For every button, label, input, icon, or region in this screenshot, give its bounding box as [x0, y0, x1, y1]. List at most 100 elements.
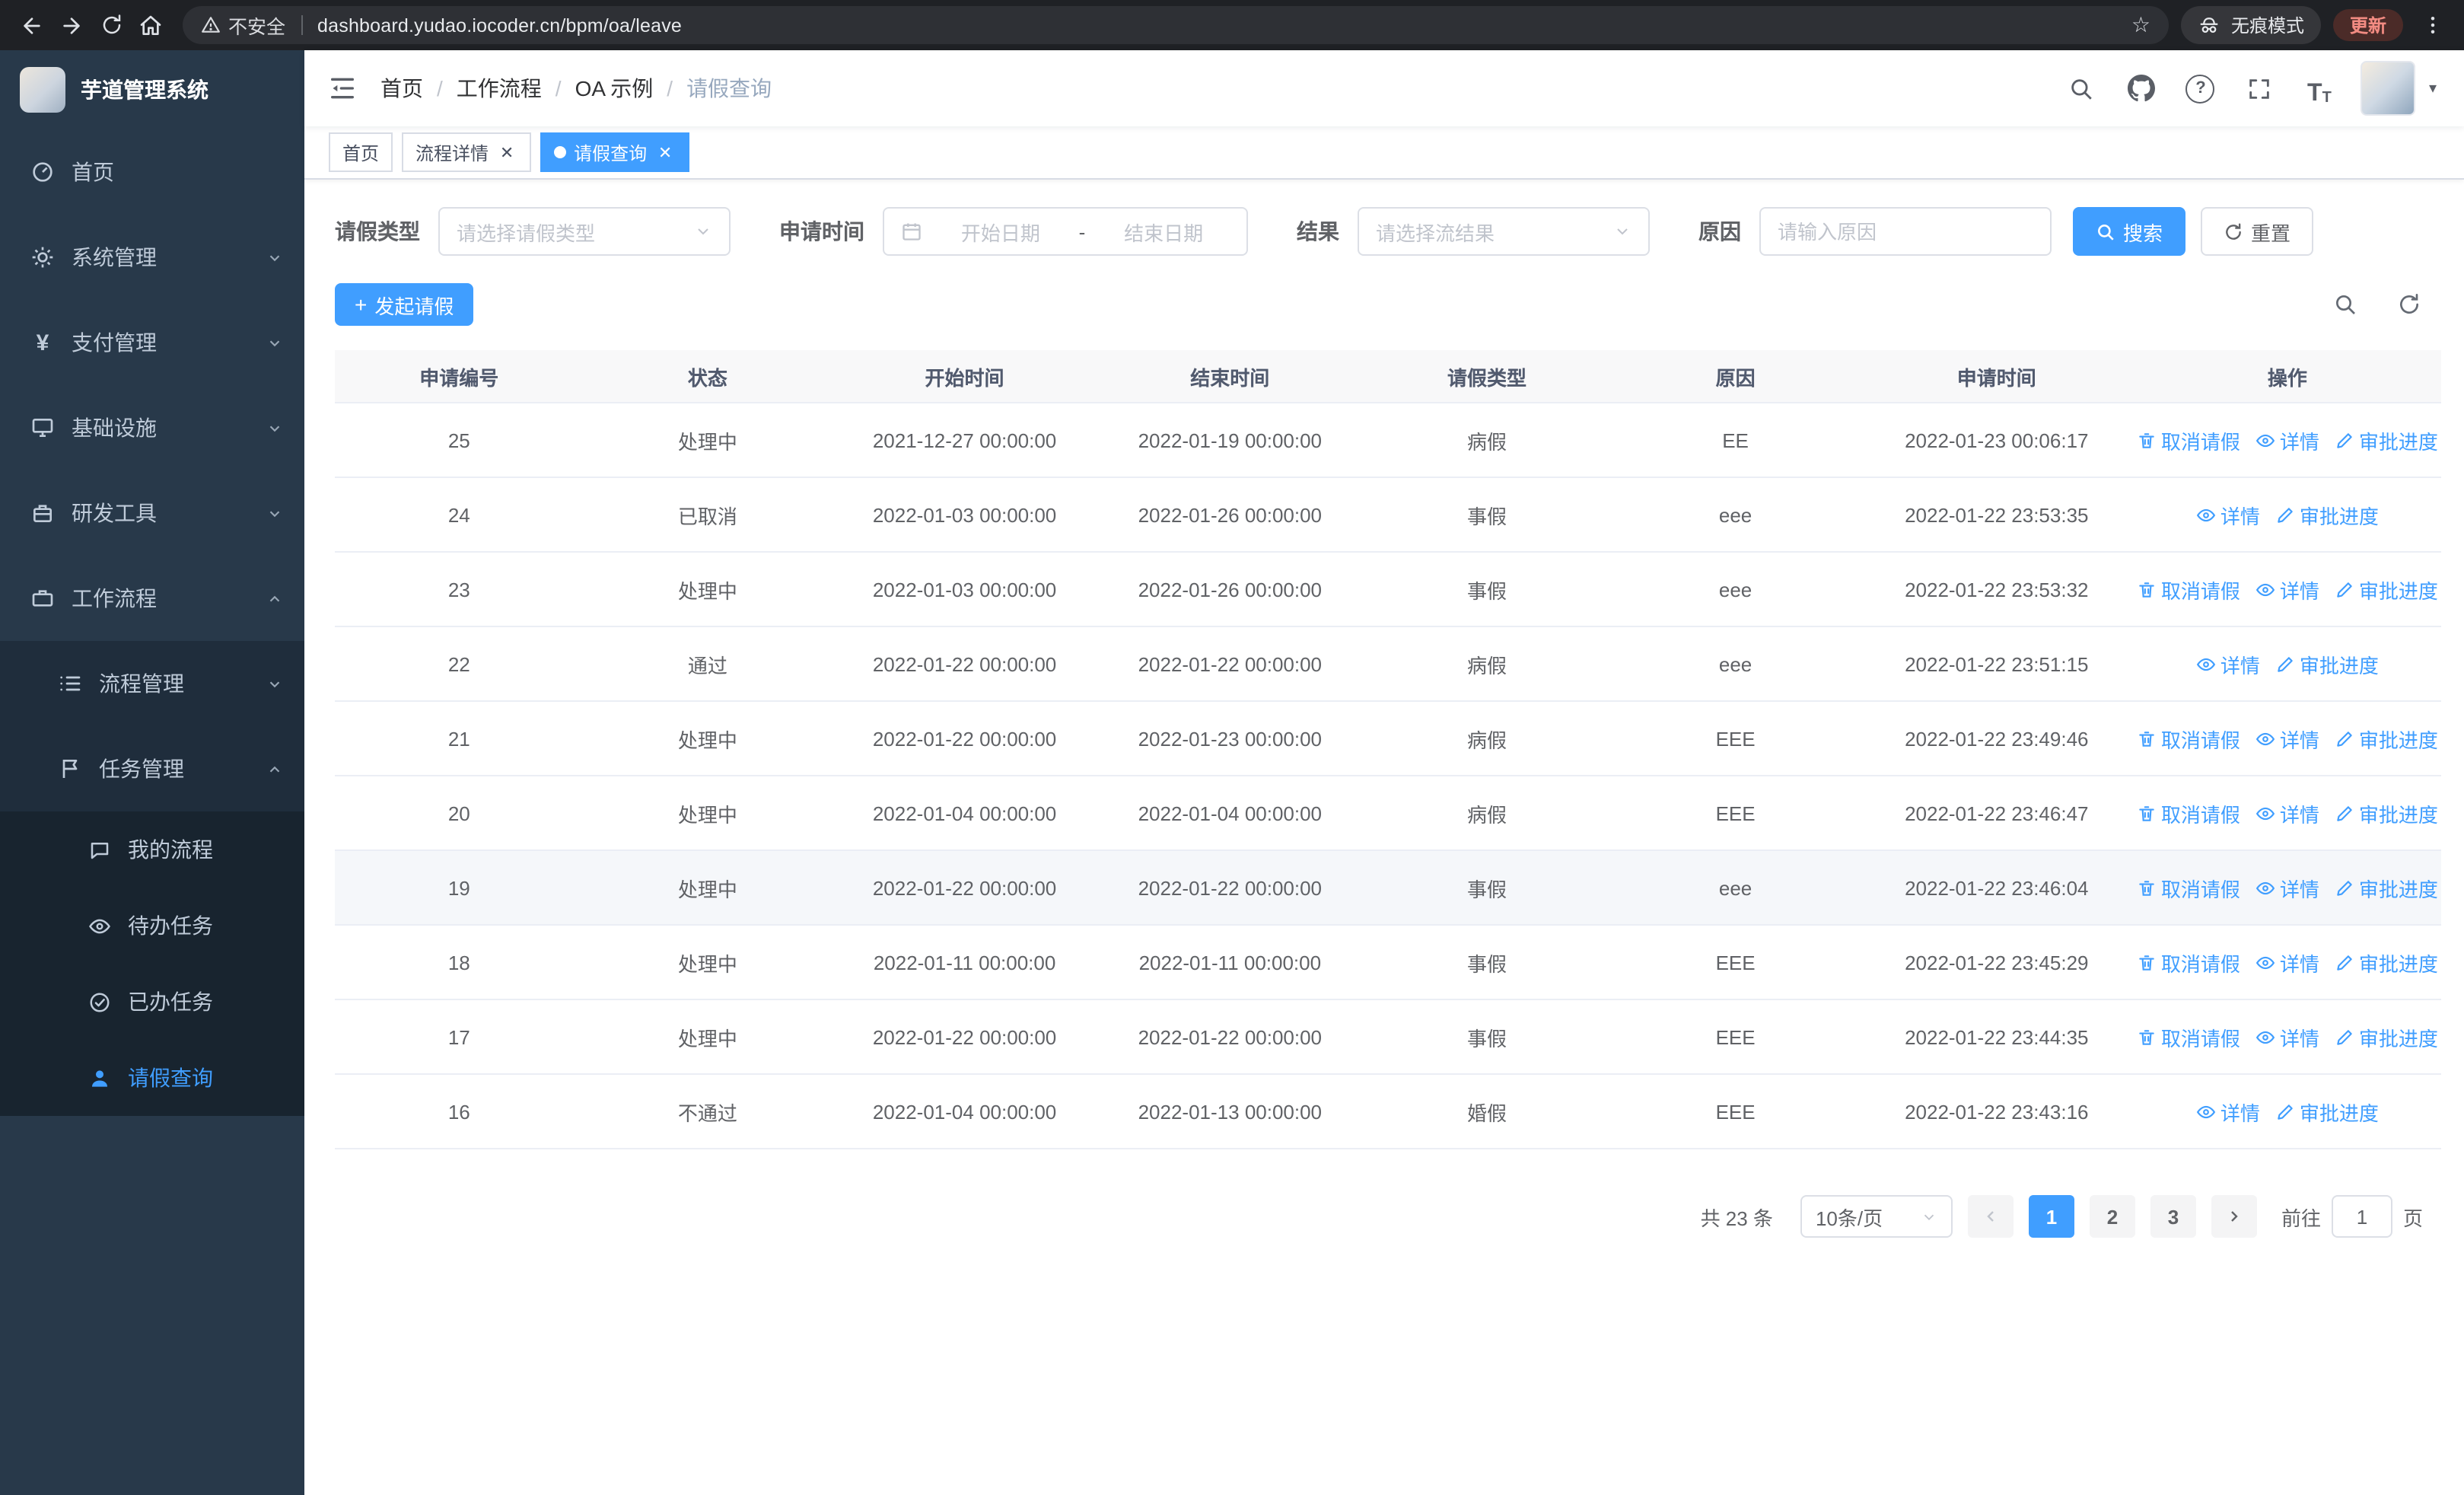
- date-range-picker[interactable]: 开始日期 - 结束日期: [883, 207, 1248, 256]
- cell-id: 22: [335, 626, 584, 702]
- sidebar-item-infrastructure[interactable]: 基础设施: [0, 385, 304, 470]
- range-separator: -: [1078, 220, 1086, 243]
- cell-actions: 取消请假 详情 审批进度: [2133, 776, 2441, 851]
- avatar[interactable]: [2360, 61, 2415, 116]
- page-button-3[interactable]: 3: [2150, 1195, 2196, 1238]
- progress-link[interactable]: 审批进度: [2275, 500, 2379, 529]
- forward-icon[interactable]: [52, 5, 91, 45]
- update-button[interactable]: 更新: [2332, 9, 2403, 41]
- font-size-icon[interactable]: TT: [2301, 70, 2338, 107]
- cell-reason: EEE: [1611, 1074, 1860, 1149]
- cancel-link[interactable]: 取消请假: [2137, 724, 2240, 753]
- progress-link[interactable]: 审批进度: [2335, 873, 2438, 902]
- security-label: 不安全: [228, 17, 286, 38]
- detail-link[interactable]: 详情: [2255, 724, 2319, 753]
- sidebar-item-workflow[interactable]: 工作流程: [0, 556, 304, 641]
- progress-link[interactable]: 审批进度: [2275, 1097, 2379, 1126]
- detail-link[interactable]: 详情: [2255, 948, 2319, 977]
- sidebar-item-done-tasks[interactable]: 已办任务: [0, 964, 304, 1040]
- sidebar-item-payment[interactable]: ¥ 支付管理: [0, 300, 304, 385]
- bookmark-star-icon[interactable]: ☆: [2131, 12, 2150, 38]
- close-icon[interactable]: ✕: [654, 142, 676, 163]
- sidebar-item-dev-tools[interactable]: 研发工具: [0, 470, 304, 556]
- sidebar-item-home[interactable]: 首页: [0, 129, 304, 215]
- github-icon[interactable]: [2123, 70, 2160, 107]
- sidebar-item-leave-query[interactable]: 请假查询: [0, 1040, 304, 1116]
- detail-link[interactable]: 详情: [2196, 1097, 2260, 1126]
- breadcrumb-separator: /: [555, 76, 562, 100]
- progress-link[interactable]: 审批进度: [2335, 575, 2438, 604]
- sidebar-item-task-management[interactable]: 任务管理: [0, 726, 304, 811]
- breadcrumb-oa-example[interactable]: OA 示例: [575, 73, 654, 104]
- cell-actions: 取消请假 详情 审批进度: [2133, 552, 2441, 627]
- back-icon[interactable]: [12, 5, 52, 45]
- sidebar-item-process-management[interactable]: 流程管理: [0, 641, 304, 726]
- cell-status: 通过: [583, 626, 832, 702]
- page-size-select[interactable]: 10条/页: [1800, 1195, 1953, 1238]
- progress-link[interactable]: 审批进度: [2335, 948, 2438, 977]
- progress-link[interactable]: 审批进度: [2275, 649, 2379, 678]
- cell-start: 2022-01-22 00:00:00: [832, 850, 1097, 926]
- result-select[interactable]: 请选择流结果: [1358, 207, 1650, 256]
- app-logo-row[interactable]: 芋道管理系统: [0, 50, 304, 129]
- fullscreen-icon[interactable]: [2242, 70, 2278, 107]
- create-leave-button[interactable]: + 发起请假: [335, 283, 474, 326]
- cancel-link[interactable]: 取消请假: [2137, 575, 2240, 604]
- page-button-1[interactable]: 1: [2028, 1195, 2074, 1238]
- detail-link[interactable]: 详情: [2196, 649, 2260, 678]
- search-button[interactable]: 搜索: [2073, 207, 2186, 256]
- cell-applied: 2022-01-22 23:51:15: [1859, 626, 2134, 702]
- table-row: 23 处理中 2022-01-03 00:00:00 2022-01-26 00:00…: [335, 552, 2441, 627]
- tab-leave-query[interactable]: 请假查询 ✕: [540, 132, 690, 172]
- progress-link[interactable]: 审批进度: [2335, 1022, 2438, 1051]
- help-icon[interactable]: ?: [2182, 70, 2219, 107]
- breadcrumb: 首页 / 工作流程 / OA 示例 / 请假查询: [380, 73, 772, 104]
- sidebar-item-my-process[interactable]: 我的流程: [0, 811, 304, 888]
- check-circle-icon: [90, 992, 110, 1012]
- url-bar[interactable]: 不安全 dashboard.yudao.iocoder.cn/bpm/oa/le…: [183, 6, 2169, 44]
- chevron-down-icon[interactable]: ▾: [2429, 80, 2437, 97]
- sidebar-item-system[interactable]: 系统管理: [0, 215, 304, 300]
- close-icon[interactable]: ✕: [496, 142, 517, 163]
- home-icon[interactable]: [131, 5, 170, 45]
- chevron-down-icon: [694, 222, 712, 241]
- sidebar-toggle-icon[interactable]: [304, 50, 380, 126]
- refresh-table-icon[interactable]: [2396, 291, 2423, 318]
- page-button-2[interactable]: 2: [2089, 1195, 2135, 1238]
- security-warning[interactable]: 不安全: [201, 11, 285, 40]
- detail-link[interactable]: 详情: [2255, 426, 2319, 454]
- goto-page-input[interactable]: [2331, 1195, 2392, 1238]
- table-row: 17 处理中 2022-01-22 00:00:00 2022-01-22 00:00…: [335, 999, 2441, 1075]
- detail-link[interactable]: 详情: [2255, 575, 2319, 604]
- edit-icon: [2337, 1029, 2352, 1044]
- breadcrumb-workflow[interactable]: 工作流程: [457, 73, 542, 104]
- toggle-search-icon[interactable]: [2332, 291, 2359, 318]
- edit-icon: [2278, 656, 2293, 671]
- cancel-link[interactable]: 取消请假: [2137, 873, 2240, 902]
- tab-home[interactable]: 首页: [329, 132, 393, 172]
- breadcrumb-home[interactable]: 首页: [380, 73, 423, 104]
- progress-link[interactable]: 审批进度: [2335, 724, 2438, 753]
- reason-input[interactable]: [1759, 207, 2052, 256]
- prev-page-button[interactable]: [1967, 1195, 2014, 1238]
- detail-link[interactable]: 详情: [2196, 500, 2260, 529]
- tab-process-detail[interactable]: 流程详情 ✕: [402, 132, 532, 172]
- cancel-link[interactable]: 取消请假: [2137, 1022, 2240, 1051]
- next-page-button[interactable]: [2211, 1195, 2257, 1238]
- detail-link[interactable]: 详情: [2255, 873, 2319, 902]
- cancel-link[interactable]: 取消请假: [2137, 799, 2240, 827]
- detail-link[interactable]: 详情: [2255, 799, 2319, 827]
- reset-button[interactable]: 重置: [2201, 207, 2314, 256]
- search-icon[interactable]: [2064, 70, 2100, 107]
- cell-id: 19: [335, 850, 584, 926]
- cancel-link[interactable]: 取消请假: [2137, 948, 2240, 977]
- reload-icon[interactable]: [91, 5, 131, 45]
- detail-link[interactable]: 详情: [2255, 1022, 2319, 1051]
- progress-link[interactable]: 审批进度: [2335, 426, 2438, 454]
- cancel-link[interactable]: 取消请假: [2137, 426, 2240, 454]
- leave-type-select[interactable]: 请选择请假类型: [438, 207, 731, 256]
- browser-menu-icon[interactable]: [2412, 5, 2452, 45]
- sidebar-item-todo-tasks[interactable]: 待办任务: [0, 888, 304, 964]
- progress-link[interactable]: 审批进度: [2335, 799, 2438, 827]
- cell-reason: EEE: [1611, 999, 1860, 1075]
